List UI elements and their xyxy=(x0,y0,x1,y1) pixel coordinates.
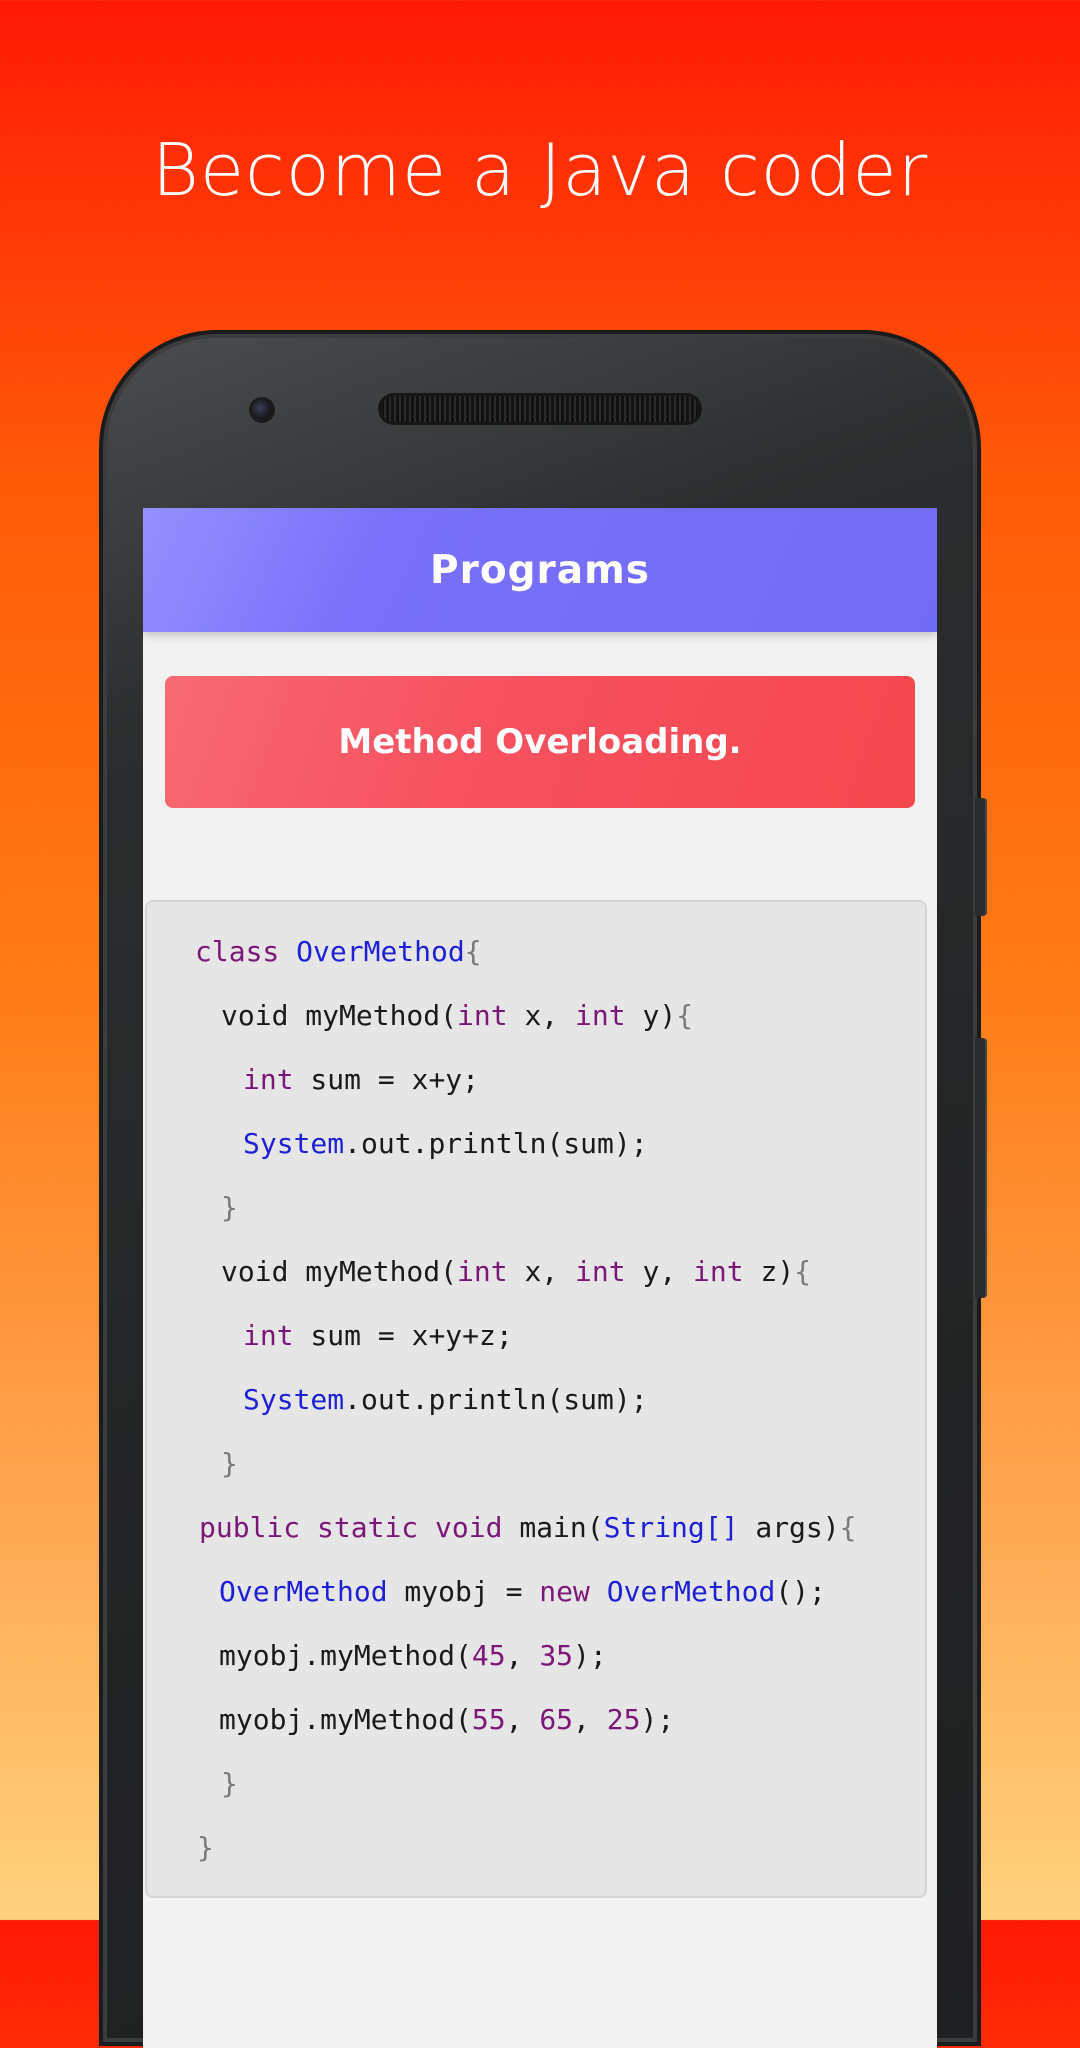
power-button xyxy=(975,798,987,916)
topic-banner[interactable]: Method Overloading. xyxy=(165,676,915,808)
code-line: void myMethod(int x, int y){ xyxy=(221,999,694,1032)
volume-rocker xyxy=(975,1038,987,1298)
app-bar-title: Programs xyxy=(430,547,650,593)
earpiece-speaker xyxy=(381,396,699,422)
code-line: } xyxy=(221,1447,238,1480)
code-line: int sum = x+y+z; xyxy=(243,1319,513,1352)
code-card: class OverMethod{ void myMethod(int x, i… xyxy=(145,900,927,1898)
app-bar: Programs xyxy=(143,508,937,632)
app-screen: Programs Method Overloading. class OverM… xyxy=(143,508,937,2048)
code-line: myobj.myMethod(45, 35); xyxy=(219,1639,607,1672)
code-line: } xyxy=(221,1191,238,1224)
topic-title: Method Overloading. xyxy=(338,722,742,762)
code-line: void myMethod(int x, int y, int z){ xyxy=(221,1255,812,1288)
phone-frame: Programs Method Overloading. class OverM… xyxy=(107,338,987,2048)
code-line: int sum = x+y; xyxy=(243,1063,480,1096)
code-line: } xyxy=(197,1831,214,1864)
code-line: public static void main(String[] args){ xyxy=(199,1511,857,1544)
promo-headline: Become a Java coder xyxy=(151,128,929,212)
code-line: myobj.myMethod(55, 65, 25); xyxy=(219,1703,675,1736)
code-line: } xyxy=(221,1767,238,1800)
code-line: class OverMethod{ xyxy=(195,935,482,968)
front-camera xyxy=(252,400,272,420)
code-line: System.out.println(sum); xyxy=(243,1127,648,1160)
code-line: OverMethod myobj = new OverMethod(); xyxy=(219,1575,826,1608)
code-line: System.out.println(sum); xyxy=(243,1383,648,1416)
